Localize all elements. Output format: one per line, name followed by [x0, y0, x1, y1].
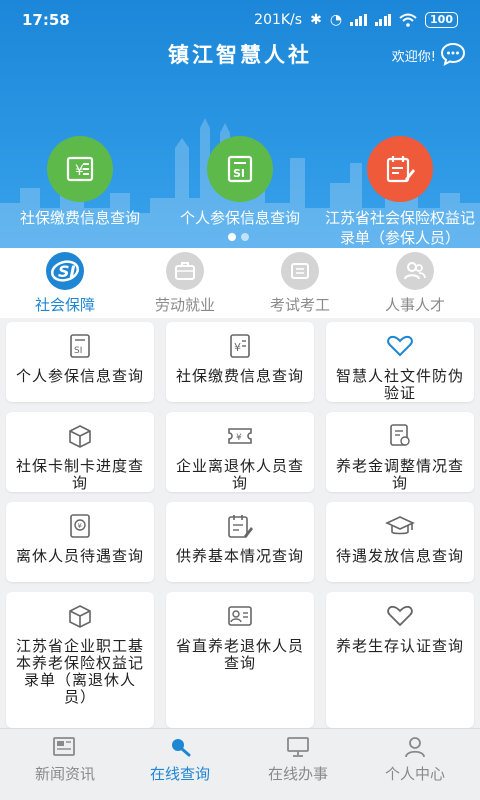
- svg-text:¥: ¥: [236, 433, 242, 443]
- carousel-dot[interactable]: [228, 233, 236, 241]
- edit-list-icon: [166, 512, 314, 540]
- svg-text:SI: SI: [74, 346, 82, 356]
- tab-talent[interactable]: 人事人才: [355, 252, 475, 315]
- bluetooth-icon: ✱: [310, 12, 322, 28]
- heart-icon: [326, 332, 474, 360]
- carousel-dot[interactable]: [241, 233, 249, 241]
- tab-exams[interactable]: 考试考工: [240, 252, 360, 315]
- money-receipt-icon: ¥: [6, 512, 154, 540]
- svg-text:¥: ¥: [75, 163, 84, 179]
- tab-label: 在线办事: [267, 765, 328, 783]
- svg-text:¥: ¥: [234, 341, 241, 354]
- tab-employment[interactable]: 劳动就业: [125, 252, 245, 315]
- service-label: 智慧人社文件防伪验证: [335, 367, 464, 402]
- service-provincial-record[interactable]: 江苏省企业职工基本养老保险权益记录单（离退休人员）: [6, 592, 154, 728]
- service-label: 省直养老退休人员查询: [175, 637, 304, 672]
- tab-profile[interactable]: 个人中心: [355, 735, 475, 784]
- service-anti-forgery[interactable]: 智慧人社文件防伪验证: [326, 322, 474, 402]
- monitor-icon: [238, 735, 358, 759]
- banner-label: 个人参保信息查询: [179, 209, 300, 227]
- svg-text:SI: SI: [233, 167, 245, 180]
- service-label: 社保卡制卡进度查询: [15, 457, 144, 492]
- wifi-icon: [399, 13, 417, 27]
- social-insurance-logo-icon: SI: [46, 252, 84, 290]
- heart-icon: [326, 602, 474, 630]
- service-label: 供养基本情况查询: [175, 547, 304, 565]
- box-icon: [6, 422, 154, 450]
- briefcase-icon: [166, 252, 204, 290]
- yuan-document-icon: ¥: [47, 136, 113, 202]
- svg-text:SI: SI: [58, 262, 76, 281]
- tab-online-service[interactable]: 在线办事: [238, 735, 358, 784]
- service-label: 江苏省企业职工基本养老保险权益记录单（离退休人员）: [15, 637, 144, 706]
- status-bar: 17:58 201K/s ✱ ◔ 100: [0, 0, 480, 40]
- service-survival-auth[interactable]: 养老生存认证查询: [326, 592, 474, 728]
- service-label: 社保缴费信息查询: [175, 367, 304, 385]
- box-icon: [6, 602, 154, 630]
- category-label: 社会保障: [34, 296, 95, 314]
- si-card-icon: SI: [6, 332, 154, 360]
- category-label: 劳动就业: [154, 296, 215, 314]
- bottom-tab-bar: 新闻资讯 在线查询 在线办事 个人中心: [0, 728, 480, 800]
- service-label: 离休人员待遇查询: [15, 547, 144, 565]
- service-pension-adjust[interactable]: 养老金调整情况查询: [326, 412, 474, 492]
- scroll-icon: [281, 252, 319, 290]
- app-header: 镇江智慧人社 欢迎你!: [0, 40, 480, 72]
- service-payment-release[interactable]: 待遇发放信息查询: [326, 502, 474, 582]
- service-label: 企业离退休人员查询: [175, 457, 304, 492]
- service-payment-info[interactable]: ¥ 社保缴费信息查询: [166, 322, 314, 402]
- welcome-text: 欢迎你!: [391, 50, 436, 65]
- service-card-progress[interactable]: 社保卡制卡进度查询: [6, 412, 154, 492]
- svg-text:¥: ¥: [78, 522, 83, 530]
- category-tabs: SI 社会保障 劳动就业 考试考工 人事人才: [0, 248, 480, 318]
- banner-item-insurance[interactable]: SI 个人参保信息查询: [165, 136, 315, 228]
- banner-label: 社保缴费信息查询: [19, 209, 140, 227]
- service-provincial-retiree[interactable]: 省直养老退休人员查询: [166, 592, 314, 728]
- service-label: 待遇发放信息查询: [335, 547, 464, 565]
- tab-online-query[interactable]: 在线查询: [120, 735, 240, 784]
- category-label: 考试考工: [269, 296, 330, 314]
- signal-icon: [350, 14, 367, 26]
- yuan-card-icon: ¥: [166, 332, 314, 360]
- service-label: 养老金调整情况查询: [335, 457, 464, 492]
- ticket-icon: ¥: [166, 422, 314, 450]
- tab-label: 在线查询: [149, 765, 210, 783]
- signal-icon-2: [374, 14, 392, 26]
- alarm-icon: ◔: [329, 12, 343, 28]
- certificate-icon: [326, 422, 474, 450]
- battery-indicator: 100: [425, 12, 458, 28]
- people-icon: [396, 252, 434, 290]
- service-label: 个人参保信息查询: [15, 367, 144, 385]
- graduation-cap-icon: [326, 512, 474, 540]
- service-label: 养老生存认证查询: [335, 637, 464, 655]
- banner-label: 江苏省社会保险权益记录单（参保人员）: [325, 209, 476, 247]
- id-card-icon: [166, 602, 314, 630]
- service-retiree-enterprise[interactable]: ¥ 企业离退休人员查询: [166, 412, 314, 492]
- tab-label: 个人中心: [384, 765, 445, 783]
- network-speed: 201K/s: [254, 12, 303, 28]
- service-retiree-treatment[interactable]: ¥ 离休人员待遇查询: [6, 502, 154, 582]
- si-document-icon: SI: [207, 136, 273, 202]
- user-icon: [355, 735, 475, 759]
- chat-bubble-icon[interactable]: [440, 41, 466, 67]
- banner-item-record[interactable]: 江苏省社会保险权益记录单（参保人员）: [325, 136, 475, 248]
- tab-label: 新闻资讯: [34, 765, 95, 783]
- tab-news[interactable]: 新闻资讯: [5, 735, 125, 784]
- banner-shortcuts: ¥ 社保缴费信息查询 SI 个人参保信息查询 江苏省社会保险权益记录单（参保人员…: [0, 136, 480, 248]
- category-label: 人事人才: [384, 296, 445, 314]
- service-personal-insurance[interactable]: SI 个人参保信息查询: [6, 322, 154, 402]
- banner-item-payment[interactable]: ¥ 社保缴费信息查询: [5, 136, 155, 228]
- status-time: 17:58: [22, 11, 70, 29]
- edit-form-icon: [367, 136, 433, 202]
- service-support-info[interactable]: 供养基本情况查询: [166, 502, 314, 582]
- newspaper-icon: [5, 735, 125, 759]
- tab-social-security[interactable]: SI 社会保障: [5, 252, 125, 315]
- carousel-dots: [228, 233, 249, 241]
- search-icon: [120, 735, 240, 759]
